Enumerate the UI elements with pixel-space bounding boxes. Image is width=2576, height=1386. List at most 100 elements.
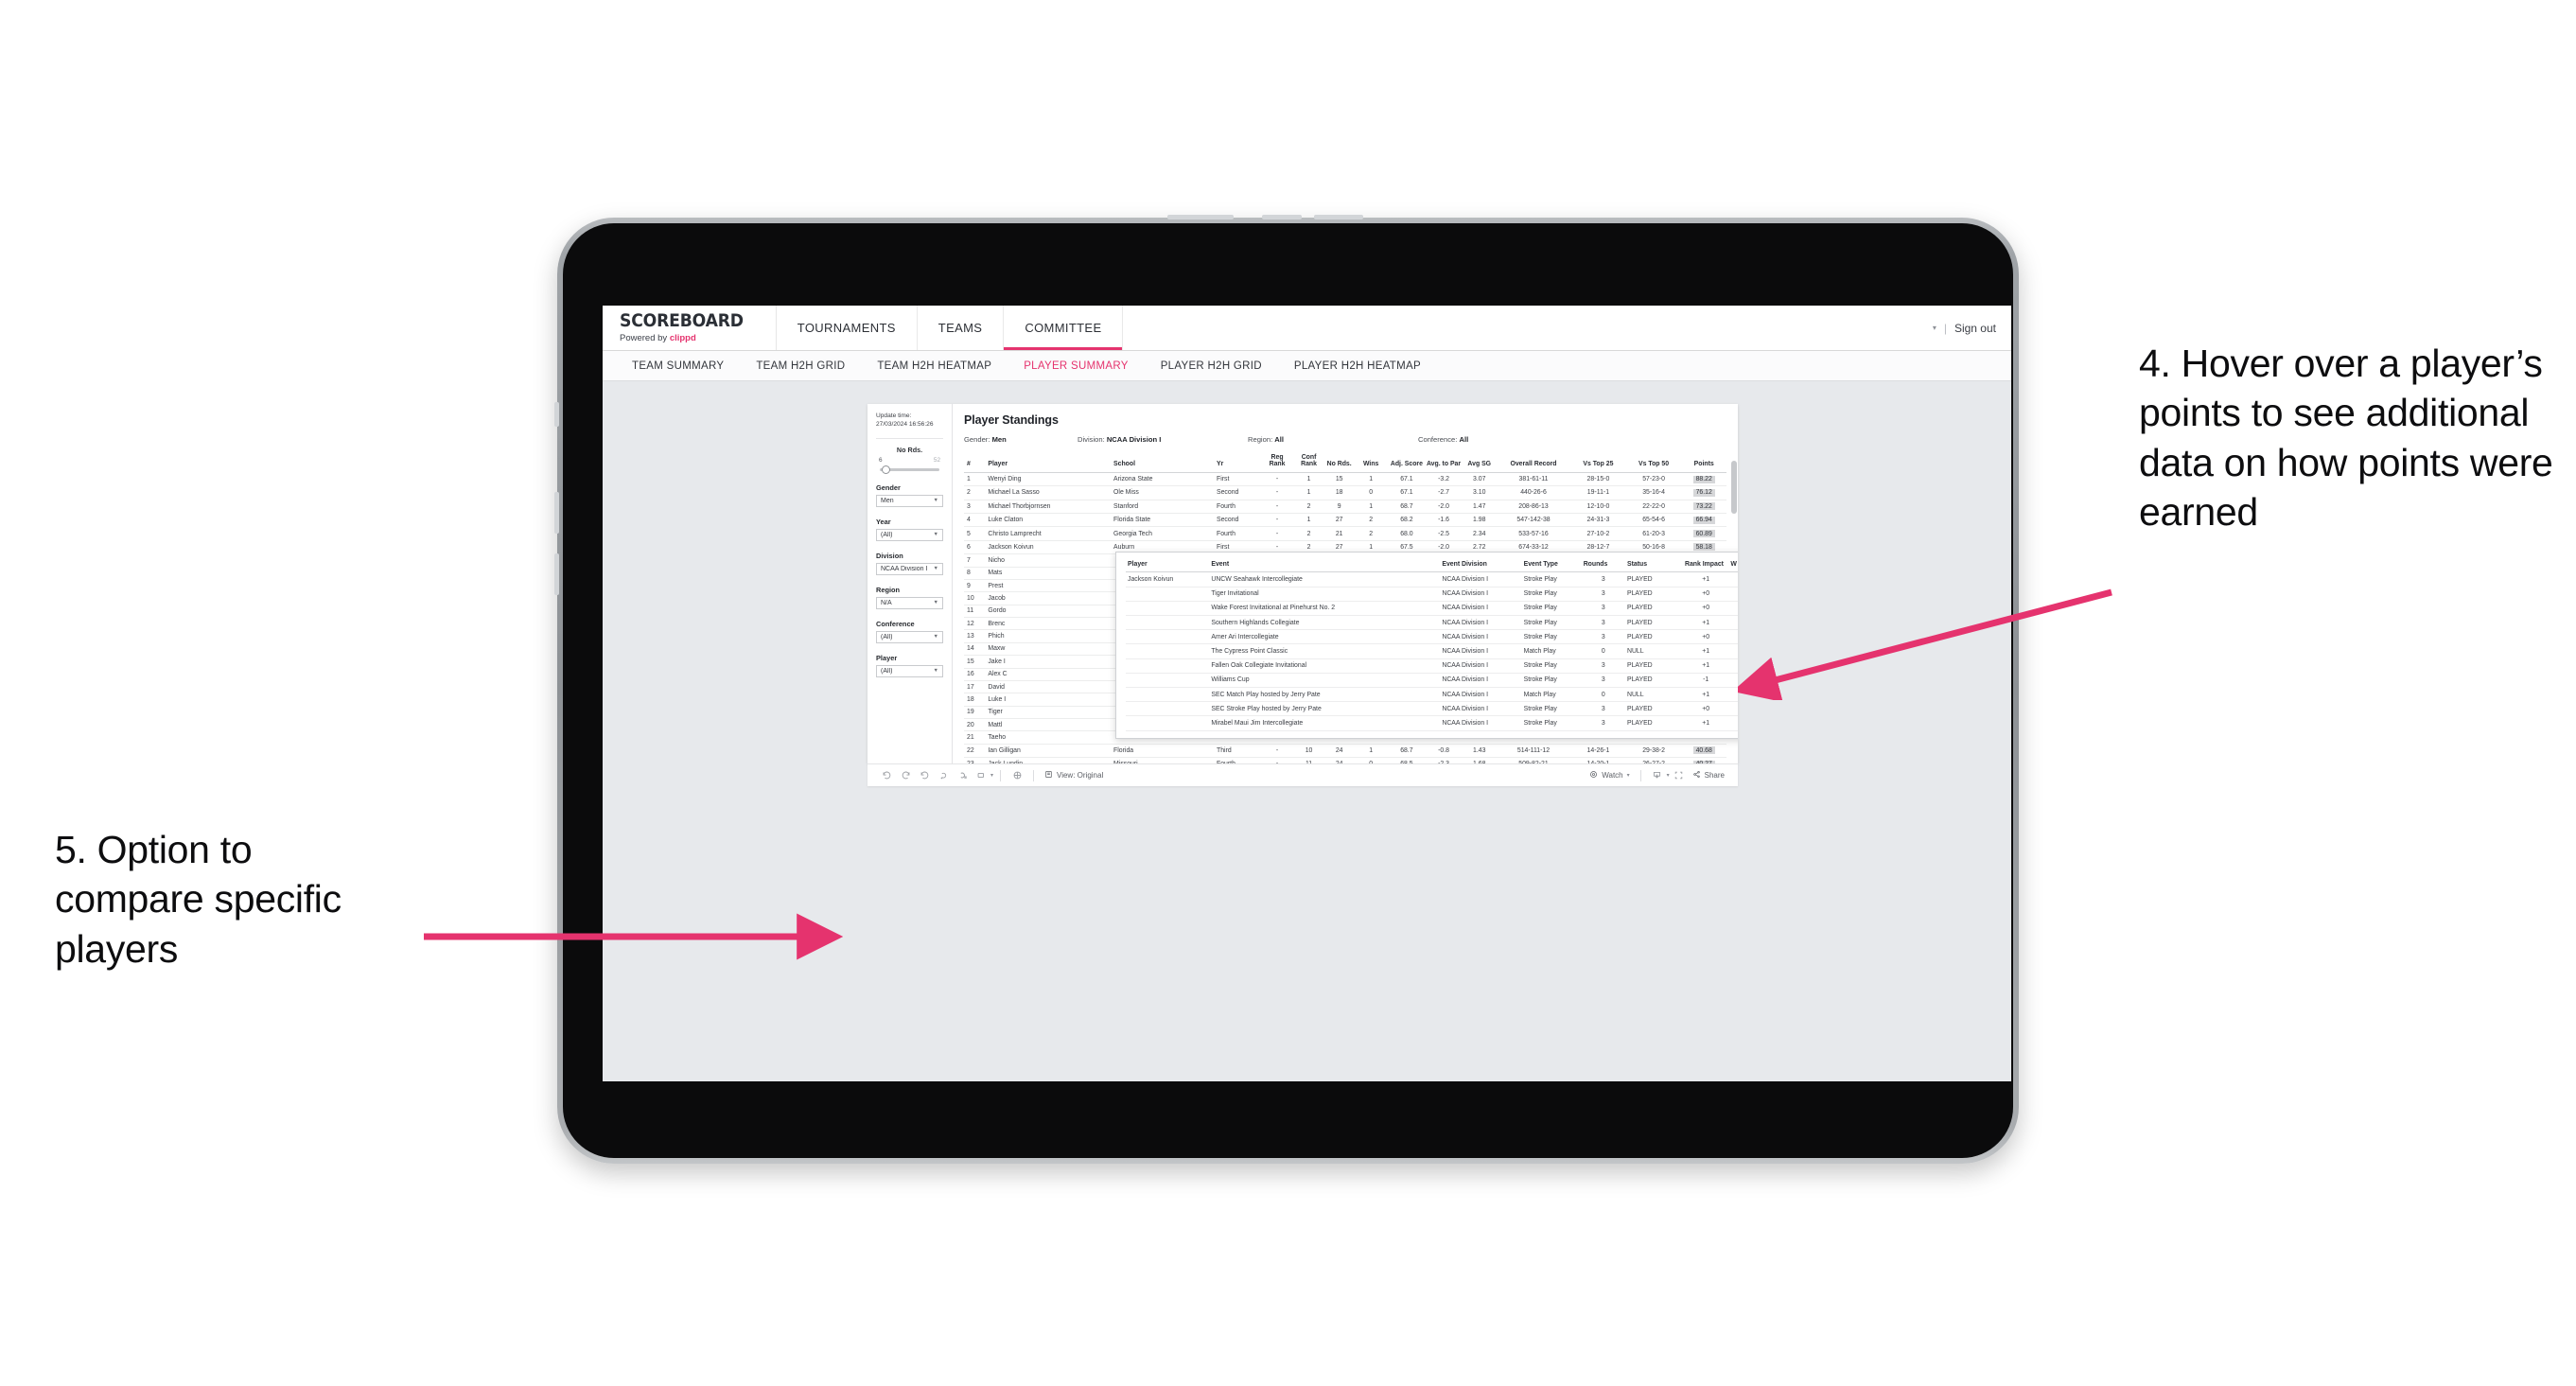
points-chip[interactable]: 60.89 [1692,530,1715,538]
meta-gender-label: Gender: [964,435,992,444]
tab-team-summary[interactable]: TEAM SUMMARY [616,360,740,372]
no-rounds-slider-handle[interactable] [882,465,890,474]
cell-rank: 19 [964,706,986,720]
toolbar-chevron-down-icon[interactable]: ▾ [990,772,993,779]
cell-points[interactable]: 66.94 [1681,513,1726,528]
tab-player-h2h-grid[interactable]: PLAYER H2H GRID [1145,360,1278,372]
table-row[interactable]: 5 Christo Lamprecht Georgia Tech Fourth -2 21… [964,526,1726,541]
account-divider: | [1943,321,1947,335]
no-rounds-slider-track[interactable] [880,465,939,474]
cell-points[interactable]: 76.12 [1681,485,1726,500]
cell-school: Ole Miss [1111,485,1214,500]
table-row[interactable]: 1 Wenyi Ding Arizona State First -1 15 1 67.1 -3… [964,472,1726,487]
watch-chevron-down-icon[interactable]: ▾ [1627,772,1630,779]
filter-year-select[interactable]: (All) ▼ [876,528,943,541]
nav-item-teams[interactable]: TEAMS [918,306,1005,350]
col-header-avg-to-par[interactable]: Avg. to Par [1425,451,1463,473]
new-alert-icon[interactable] [972,767,990,784]
scrollbar-thumb[interactable] [1731,461,1737,514]
share-button[interactable]: Share [1689,770,1728,781]
cell-wins: 0 [1354,485,1389,500]
watch-label: Watch [1602,771,1623,780]
share-label: Share [1704,771,1725,780]
download-icon[interactable] [1648,767,1667,784]
account-chevron-down-icon[interactable]: ▾ [1933,324,1936,332]
points-chip[interactable]: 66.94 [1692,516,1715,524]
points-chip[interactable]: 73.22 [1692,502,1715,511]
col-header-player[interactable]: Player [985,451,1112,473]
col-header-vs-top-50[interactable]: Vs Top 50 [1625,451,1682,473]
col-header-reg-rank[interactable]: Reg Rank [1261,451,1293,473]
nav-item-tournaments[interactable]: TOURNAMENTS [777,306,918,350]
cell-vs-top-25: 28-15-0 [1570,472,1626,487]
tab-player-summary[interactable]: PLAYER SUMMARY [1008,360,1145,372]
cell-rank: 3 [964,500,986,515]
col-header-school[interactable]: School [1111,451,1214,473]
table-row[interactable]: 2 Michael La Sasso Ole Miss Second -1 18 0 67.1… [964,485,1726,500]
filter-gender-select[interactable]: Men ▼ [876,494,943,507]
col-header-conf-rank[interactable]: Conf Rank [1292,451,1325,473]
tooltip-cell-event-division: NCAA Division I [1440,587,1522,602]
cell-school: Stanford [1111,500,1214,515]
col-header-avg-sg[interactable]: Avg SG [1462,451,1497,473]
filter-player-select[interactable]: (All) ▼ [876,664,943,677]
sheet-meta: Gender: Men Division: NCAA Division I Re… [964,435,1726,444]
points-chip[interactable]: 40.68 [1692,746,1715,755]
tooltip-cell-status: PLAYED [1624,601,1683,617]
tableau-toolbar: ▾ View: Original Watch ▾ ▾ Share [867,763,1738,786]
watch-button[interactable]: Watch ▾ [1586,770,1633,781]
points-chip[interactable]: 88.22 [1692,475,1715,483]
filter-conference-label: Conference [876,619,915,628]
sign-out-link[interactable]: Sign out [1954,322,1996,335]
cell-points[interactable]: 88.22 [1681,472,1726,487]
tab-team-h2h-heatmap[interactable]: TEAM H2H HEATMAP [861,360,1008,372]
view-original-button[interactable]: View: Original [1041,770,1107,781]
cell-player: Jackson Koivun [985,540,1112,555]
col-header-vs-top-25[interactable]: Vs Top 25 [1570,451,1626,473]
table-row[interactable]: 3 Michael Thorbjornsen Stanford Fourth -2 9 1 6… [964,500,1726,515]
tooltip-cell-rounds: 3 [1581,715,1625,731]
fullscreen-icon[interactable] [1670,767,1689,784]
col-header-yr[interactable]: Yr [1214,451,1262,473]
tooltip-cell-rank-impact: +1 [1682,571,1729,588]
meta-division-label: Division: [1078,435,1107,444]
table-row[interactable]: 4 Luke Claton Florida State Second -1 27 2 68.2… [964,513,1726,528]
tab-team-h2h-grid[interactable]: TEAM H2H GRID [740,360,861,372]
col-header-overall-record[interactable]: Overall Record [1496,451,1571,473]
filter-region-select[interactable]: N/A ▼ [876,596,943,609]
filter-division-select[interactable]: NCAA Division I ▼ [876,562,943,575]
tooltip-cell-player [1126,601,1210,617]
points-chip[interactable]: 76.12 [1692,488,1715,497]
cell-points[interactable]: 40.68 [1681,744,1726,759]
cell-conf-rank: 1 [1292,472,1325,487]
tooltip-cell-event-type: Match Play [1521,687,1582,703]
clear-filters-icon[interactable] [1008,767,1026,784]
filter-conference-select[interactable]: (All) ▼ [876,630,943,643]
points-chip[interactable]: 58.18 [1692,543,1715,552]
cell-yr: First [1214,472,1262,487]
revert-icon[interactable] [915,767,934,784]
col-header-no-rds[interactable]: No Rds. [1324,451,1355,473]
tooltip-cell-w-points: 65.40 [1728,715,1738,731]
tab-player-h2h-heatmap[interactable]: PLAYER H2H HEATMAP [1278,360,1437,372]
tooltip-cell-w-points: 83.64 [1728,571,1738,588]
col-header-points[interactable]: Points [1681,451,1726,473]
table-row[interactable]: 22 Ian Gilligan Florida Third -10 24 1 68.7 -0.8… [964,744,1726,759]
redo-icon[interactable] [896,767,915,784]
pause-auto-updates-icon[interactable] [953,767,972,784]
brand-logo[interactable]: SCOREBOARD Powered by clippd [603,306,777,350]
view-label: View: Original [1057,771,1104,780]
undo-icon[interactable] [877,767,896,784]
tooltip-cell-rank-impact: +1 [1682,643,1729,659]
cell-points[interactable]: 60.89 [1681,526,1726,541]
cell-rank: 5 [964,526,986,541]
col-header-rank[interactable]: # [964,451,986,473]
standings-header-row: # Player School Yr Reg Rank Conf Rank No… [964,451,1726,473]
cell-points[interactable]: 73.22 [1681,500,1726,515]
col-header-adj-score[interactable]: Adj. Score [1388,451,1426,473]
cell-player: Wenyi Ding [985,472,1112,487]
cell-yr: Fourth [1214,526,1262,541]
refresh-icon[interactable] [934,767,953,784]
nav-item-committee[interactable]: COMMITTEE [1004,306,1124,350]
col-header-wins[interactable]: Wins [1354,451,1389,473]
